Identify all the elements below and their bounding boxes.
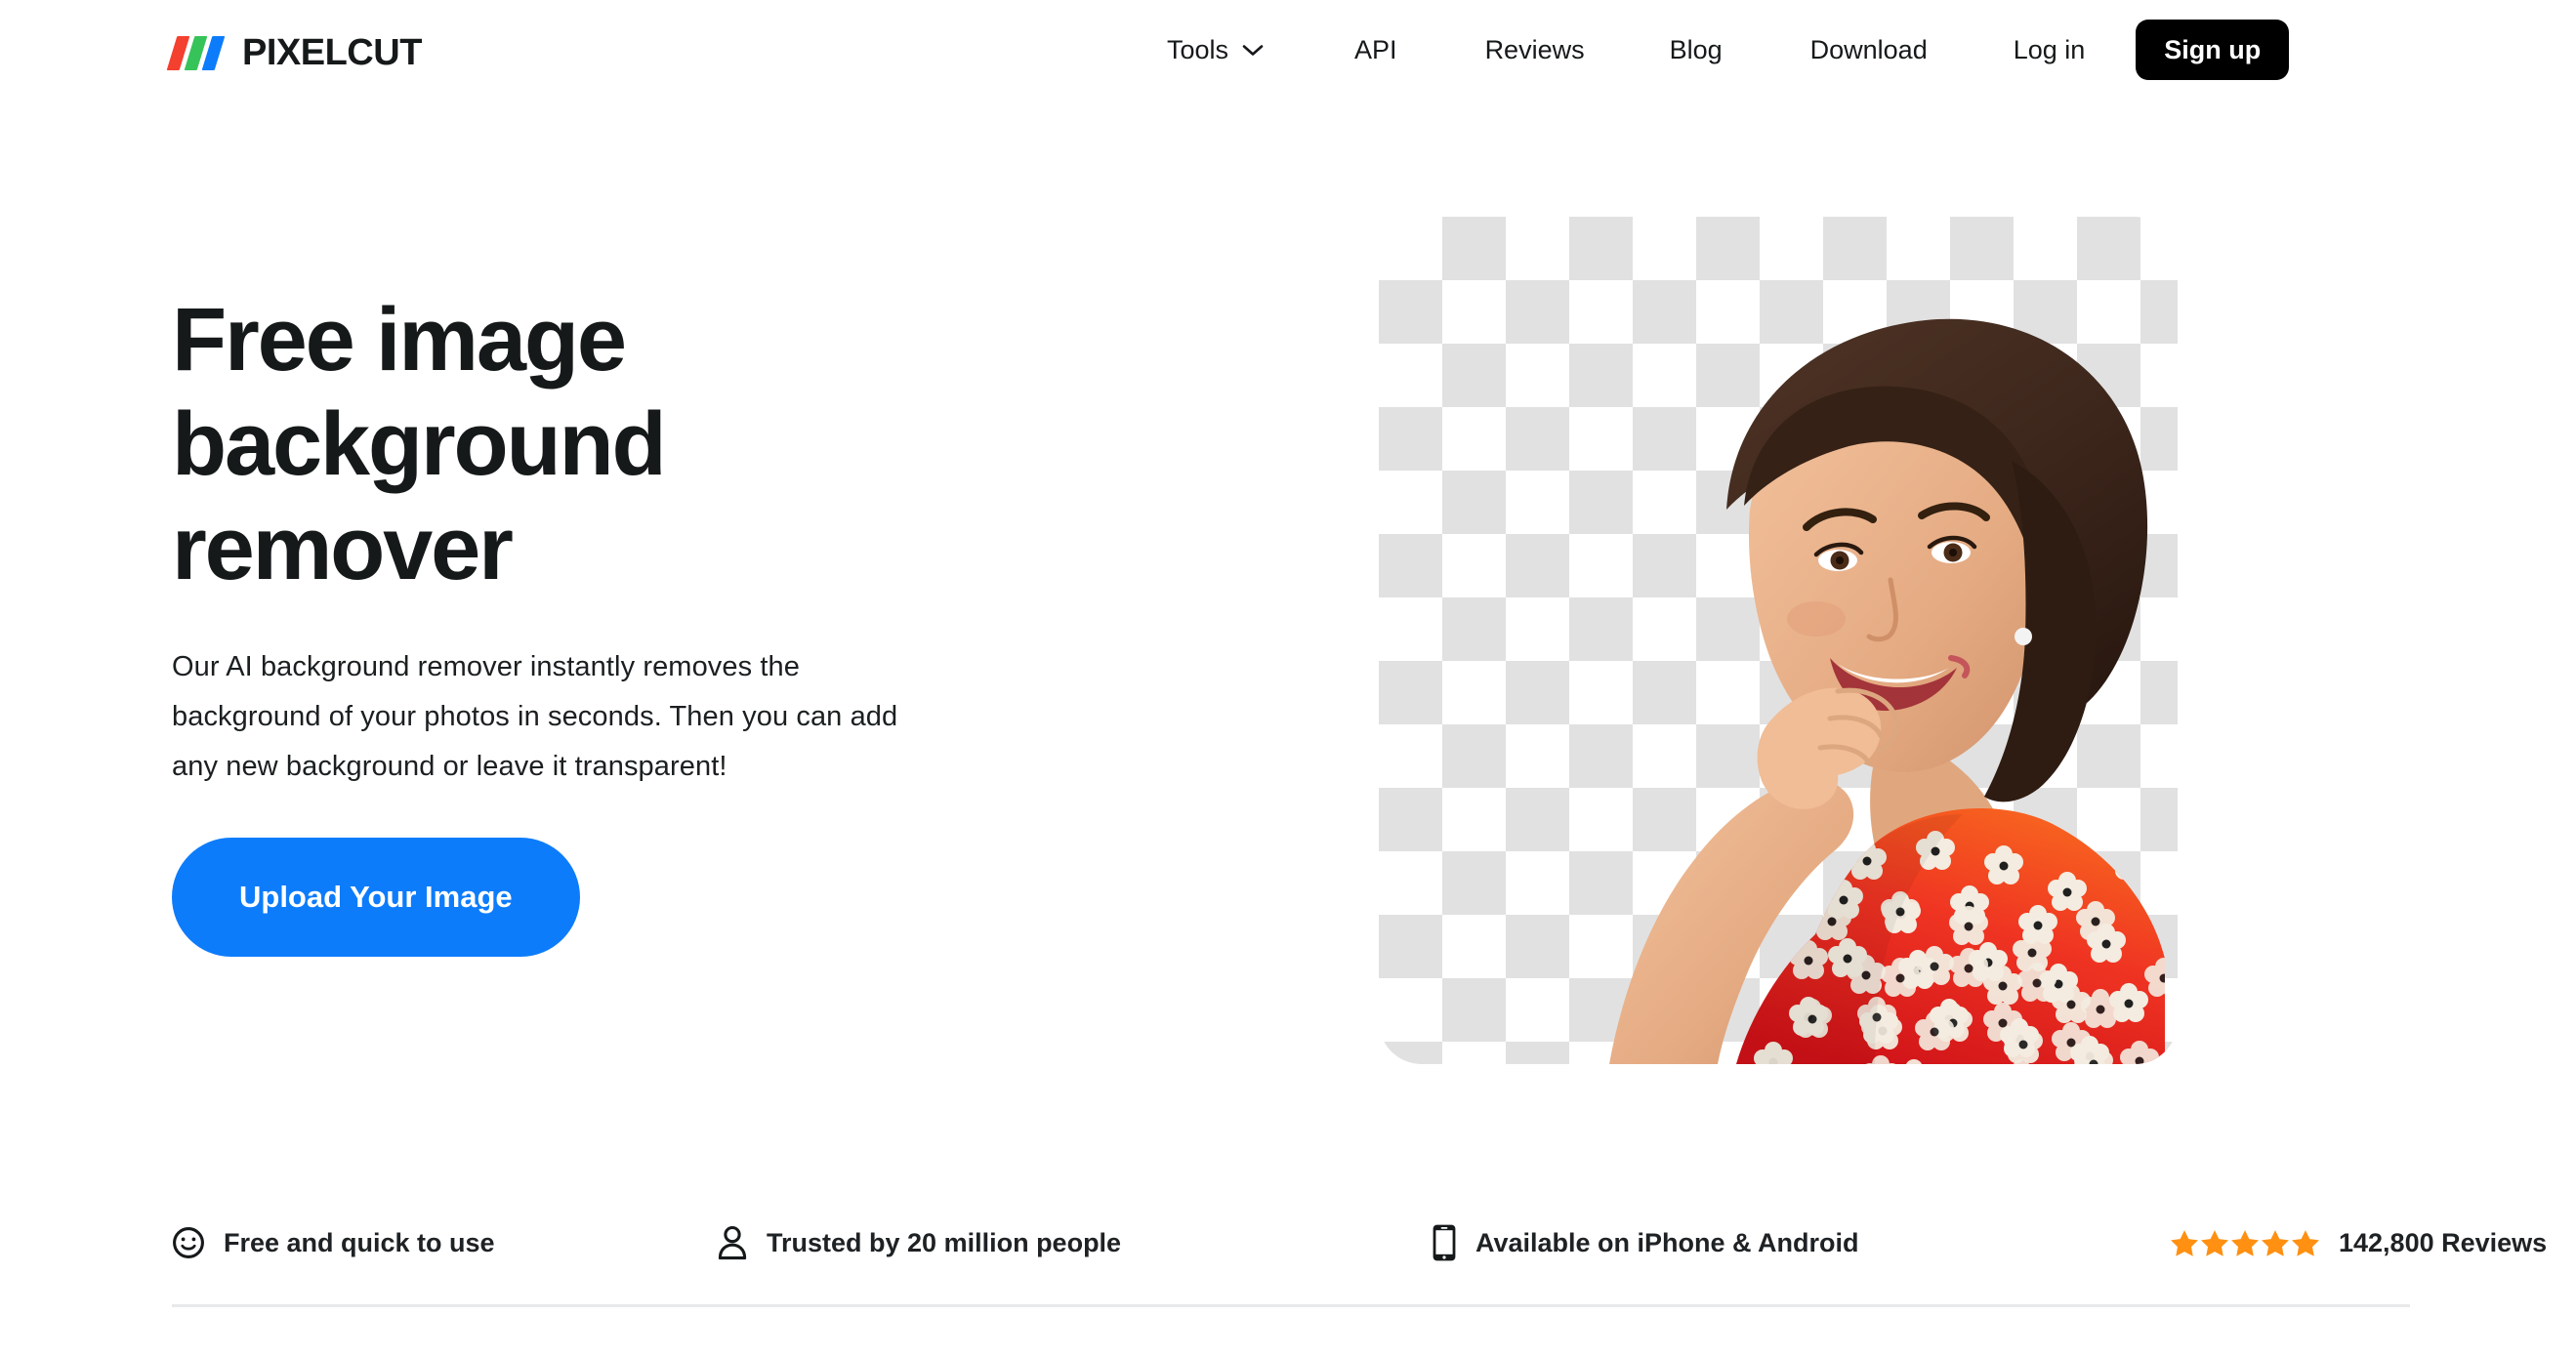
site-header: PIXELCUT Tools API Reviews Blog Download… — [0, 0, 2576, 100]
feature-item-trusted: Trusted by 20 million people — [717, 1215, 1121, 1270]
upload-your-image-button[interactable]: Upload Your Image — [172, 838, 580, 957]
star-rating-icon — [2170, 1229, 2320, 1257]
nav-item-tools[interactable]: Tools — [1167, 34, 1264, 64]
feature-label-free-quick: Free and quick to use — [224, 1227, 495, 1257]
nav-item-download[interactable]: Download — [1810, 36, 1928, 63]
logo-bars-icon — [166, 35, 226, 70]
hero-subtitle: Our AI background remover instantly remo… — [172, 651, 898, 782]
phone-icon — [1433, 1224, 1456, 1261]
chevron-down-icon — [1242, 44, 1264, 56]
feature-label-platforms: Available on iPhone & Android — [1475, 1227, 1859, 1257]
feature-item-free-quick: Free and quick to use — [172, 1215, 495, 1270]
hero-text-column: Free image background remover Our AI bac… — [172, 288, 1109, 957]
feature-label-reviews: 142,800 Reviews — [2339, 1227, 2548, 1257]
hero-image-card — [1379, 217, 2178, 1064]
nav-item-login[interactable]: Log in — [2014, 36, 2086, 63]
main-navigation: Tools API Reviews Blog Download Log in S… — [1167, 0, 2290, 100]
smiley-face-icon — [173, 1227, 204, 1258]
brand-logo[interactable]: PIXELCUT — [166, 31, 422, 74]
pixelcut-landing-page: PIXELCUT Tools API Reviews Blog Download… — [0, 0, 2576, 1357]
nav-item-reviews[interactable]: Reviews — [1485, 36, 1585, 63]
feature-highlights-row: Free and quick to use Trusted by 20 mill… — [172, 1215, 2547, 1270]
section-divider — [172, 1304, 2410, 1307]
brand-name: PIXELCUT — [242, 32, 422, 73]
nav-item-blog[interactable]: Blog — [1670, 36, 1723, 63]
feature-item-reviews: 142,800 Reviews — [2170, 1215, 2547, 1270]
nav-item-tools-label: Tools — [1167, 34, 1229, 64]
signup-button[interactable]: Sign up — [2136, 20, 2290, 80]
hero-photo-cutout — [1609, 318, 2165, 1064]
person-icon — [718, 1225, 747, 1260]
feature-item-platforms: Available on iPhone & Android — [1432, 1215, 1859, 1270]
nav-item-api[interactable]: API — [1354, 36, 1397, 63]
feature-label-trusted: Trusted by 20 million people — [767, 1227, 1122, 1257]
page-title: Free image background remover — [172, 290, 667, 598]
